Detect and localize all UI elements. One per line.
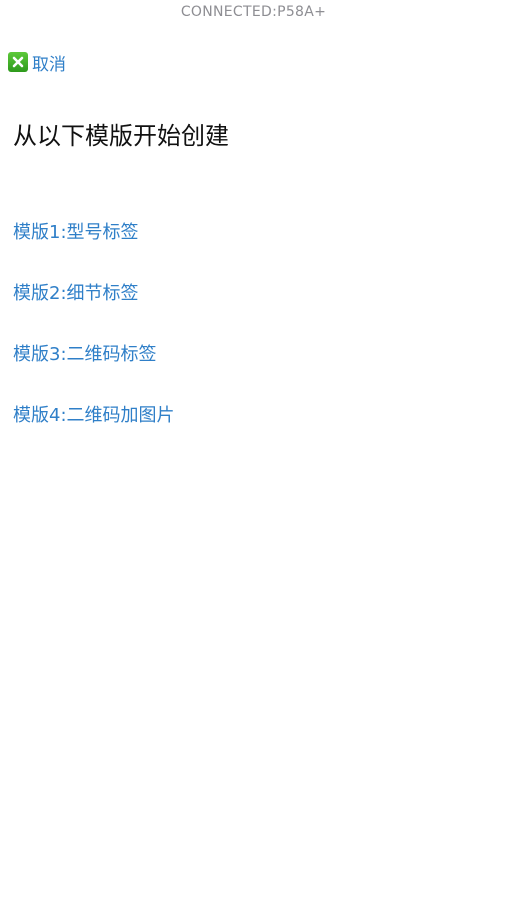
cancel-label: 取消 (32, 54, 66, 75)
template-option-2[interactable]: 模版2:细节标签 (13, 281, 175, 342)
page-title: 从以下模版开始创建 (13, 122, 229, 150)
template-option-3[interactable]: 模版3:二维码标签 (13, 342, 175, 403)
connection-status: CONNECTED:P58A+ (180, 4, 327, 20)
cancel-button[interactable]: 取消 (8, 50, 66, 75)
template-list: 模版1:型号标签 模版2:细节标签 模版3:二维码标签 模版4:二维码加图片 (13, 220, 175, 464)
template-option-4[interactable]: 模版4:二维码加图片 (13, 403, 175, 464)
close-x-icon (8, 52, 28, 72)
template-option-1[interactable]: 模版1:型号标签 (13, 220, 175, 281)
